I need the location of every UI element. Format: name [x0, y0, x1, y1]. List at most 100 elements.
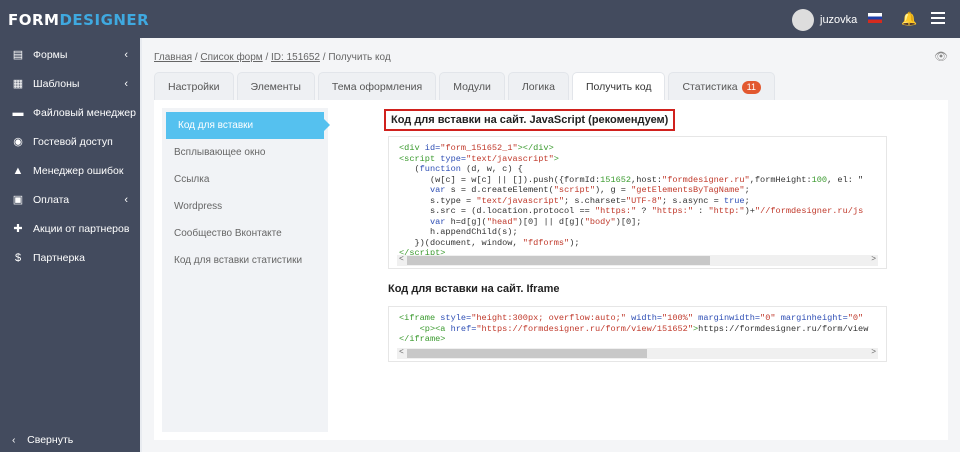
menu-item[interactable]: Ссылка	[162, 166, 328, 193]
code-line: s.type = "text/javascript"; s.charset="U…	[399, 196, 876, 207]
sidebar-item-label: Партнерка	[33, 251, 85, 264]
section-title-iframe: Код для вставки на сайт. Iframe	[388, 283, 560, 295]
sidebar-item-label: Файловый менеджер	[33, 106, 136, 119]
breadcrumb-home[interactable]: Главная	[154, 52, 192, 63]
code-line: <p><a href="https://formdesigner.ru/form…	[399, 324, 876, 335]
menu-item[interactable]: Код для вставки статистики	[162, 247, 328, 274]
sidebar-item[interactable]: ▤ Формы ‹	[0, 40, 140, 69]
tab[interactable]: Логика	[507, 72, 569, 100]
sidebar-item-label: Акции от партнеров	[33, 222, 130, 235]
menu-icon[interactable]	[931, 12, 945, 27]
code-token: s.type =	[399, 195, 477, 206]
warning-icon: ▲	[12, 164, 24, 177]
code-line: (function (d, w, c) {	[399, 164, 876, 175]
code-token: h.appendChild(s);	[399, 227, 518, 237]
code-token: "text/javascript"	[466, 153, 554, 164]
javascript-code-block[interactable]: <div id="form_151652_1"></div> <script ty…	[388, 136, 887, 269]
code-token: "https:"	[594, 206, 637, 216]
template-icon: ▦	[12, 78, 24, 90]
code-token: type=	[440, 153, 467, 164]
chevron-left-icon: ‹	[124, 48, 128, 61]
code-token: ), g =	[595, 185, 632, 195]
code-token: "height:300px; overflow:auto;"	[471, 313, 626, 323]
top-bar: FORMDESIGNER juzovka 🔔	[0, 0, 960, 38]
code-token: "//formdesigner.ru/js	[754, 206, 864, 216]
code-token: marginwidth=	[693, 313, 761, 323]
logo[interactable]: FORMDESIGNER	[8, 11, 149, 29]
code-token: "getElementsByTagName"	[631, 185, 745, 195]
sidebar-item[interactable]: $ Партнерка	[0, 243, 140, 272]
code-token: )[0] || d[g](	[517, 216, 585, 227]
menu-item[interactable]: Код для вставки	[166, 112, 330, 139]
avatar	[792, 9, 814, 31]
code-line: var s = d.createElement("script"), g = "…	[399, 185, 876, 196]
eye-icon[interactable]: 👁	[934, 50, 948, 63]
code-token: )+	[744, 206, 755, 216]
tab[interactable]: Настройки	[154, 72, 234, 100]
language-flag-icon[interactable]	[868, 13, 882, 23]
chevron-left-icon: ‹	[12, 434, 16, 446]
user-menu[interactable]: juzovka	[792, 9, 857, 31]
code-token: "0"	[847, 313, 864, 323]
wallet-icon: ▣	[12, 194, 24, 206]
code-token: ?	[636, 206, 652, 216]
collapse-sidebar-button[interactable]: ‹ Свернуть	[12, 434, 73, 446]
form-icon: ▤	[12, 49, 24, 61]
tab[interactable]: Получить код	[571, 72, 666, 100]
menu-item[interactable]: Wordpress	[162, 193, 328, 220]
sidebar-item[interactable]: ▬ Файловый менеджер	[0, 98, 140, 127]
sidebar-item[interactable]: ▲ Менеджер ошибок	[0, 156, 140, 185]
sidebar-item[interactable]: ◉ Гостевой доступ	[0, 127, 140, 156]
folder-icon: ▬	[12, 106, 24, 119]
sidebar: ▤ Формы ‹ ▦ Шаблоны ‹ ▬ Файловый менеджер ◉ Госте…	[0, 38, 140, 452]
code-token: true	[723, 195, 745, 206]
sidebar-item-label: Формы	[33, 48, 68, 61]
code-token: (	[399, 164, 420, 174]
sidebar-item[interactable]: ▣ Оплата ‹	[0, 185, 140, 214]
breadcrumb-current: Получить код	[328, 52, 391, 63]
sidebar-item[interactable]: ▦ Шаблоны ‹	[0, 69, 140, 98]
code-token: >	[553, 153, 559, 164]
chevron-left-icon: ‹	[124, 193, 128, 206]
tab[interactable]: Тема оформления	[317, 72, 437, 100]
menu-item[interactable]: Сообщество Вконтакте	[162, 220, 328, 247]
code-token: "0"	[760, 313, 776, 323]
code-token: <script	[399, 153, 441, 164]
code-token: var	[429, 216, 446, 227]
iframe-code-block[interactable]: <iframe style="height:300px; overflow:au…	[388, 306, 887, 362]
code-token: ;	[744, 185, 750, 195]
bell-icon[interactable]: 🔔	[901, 11, 917, 27]
horizontal-scrollbar[interactable]: < >	[397, 255, 878, 266]
code-token: 100	[811, 174, 828, 185]
code-token: (d, w, c) {	[460, 164, 523, 174]
code-token: "http:"	[708, 206, 745, 216]
breadcrumb-form-id[interactable]: ID: 151652	[271, 52, 320, 63]
gift-icon: ✚	[13, 223, 23, 235]
code-token: "100%"	[662, 313, 693, 323]
code-token: "body"	[584, 216, 616, 227]
code-token: ,host:	[631, 174, 663, 185]
sidebar-item-label: Менеджер ошибок	[33, 164, 124, 177]
sidebar-item-label: Шаблоны	[33, 77, 80, 90]
tabs: Настройки Элементы Тема оформления Модули Ло…	[154, 72, 778, 100]
code-token: "text/javascript"	[476, 195, 565, 206]
stats-badge: 11	[741, 81, 761, 94]
menu-item[interactable]: Всплывающее окно	[162, 139, 328, 166]
tab[interactable]: Элементы	[236, 72, 315, 100]
sidebar-item-label: Оплата	[33, 193, 70, 206]
code-token: ,formHeight:	[749, 174, 812, 185]
breadcrumb-form-list[interactable]: Список форм	[200, 52, 262, 63]
code-token: 151652	[600, 174, 632, 185]
code-token: var	[429, 185, 446, 195]
sidebar-item[interactable]: ✚ Акции от партнеров	[0, 214, 140, 243]
tab[interactable]: Модули	[439, 72, 505, 100]
horizontal-scrollbar[interactable]: < >	[397, 348, 878, 359]
code-token: ; s.async =	[662, 195, 724, 206]
code-token: );	[569, 237, 580, 248]
dollar-icon: $	[14, 251, 22, 264]
tab[interactable]: Статистика 11	[668, 72, 775, 100]
content-card: Код для вставки Всплывающее окно Ссылка Wor…	[154, 100, 948, 440]
code-token: <p><a	[419, 323, 451, 334]
code-token: s = d.createElement(	[445, 185, 554, 195]
